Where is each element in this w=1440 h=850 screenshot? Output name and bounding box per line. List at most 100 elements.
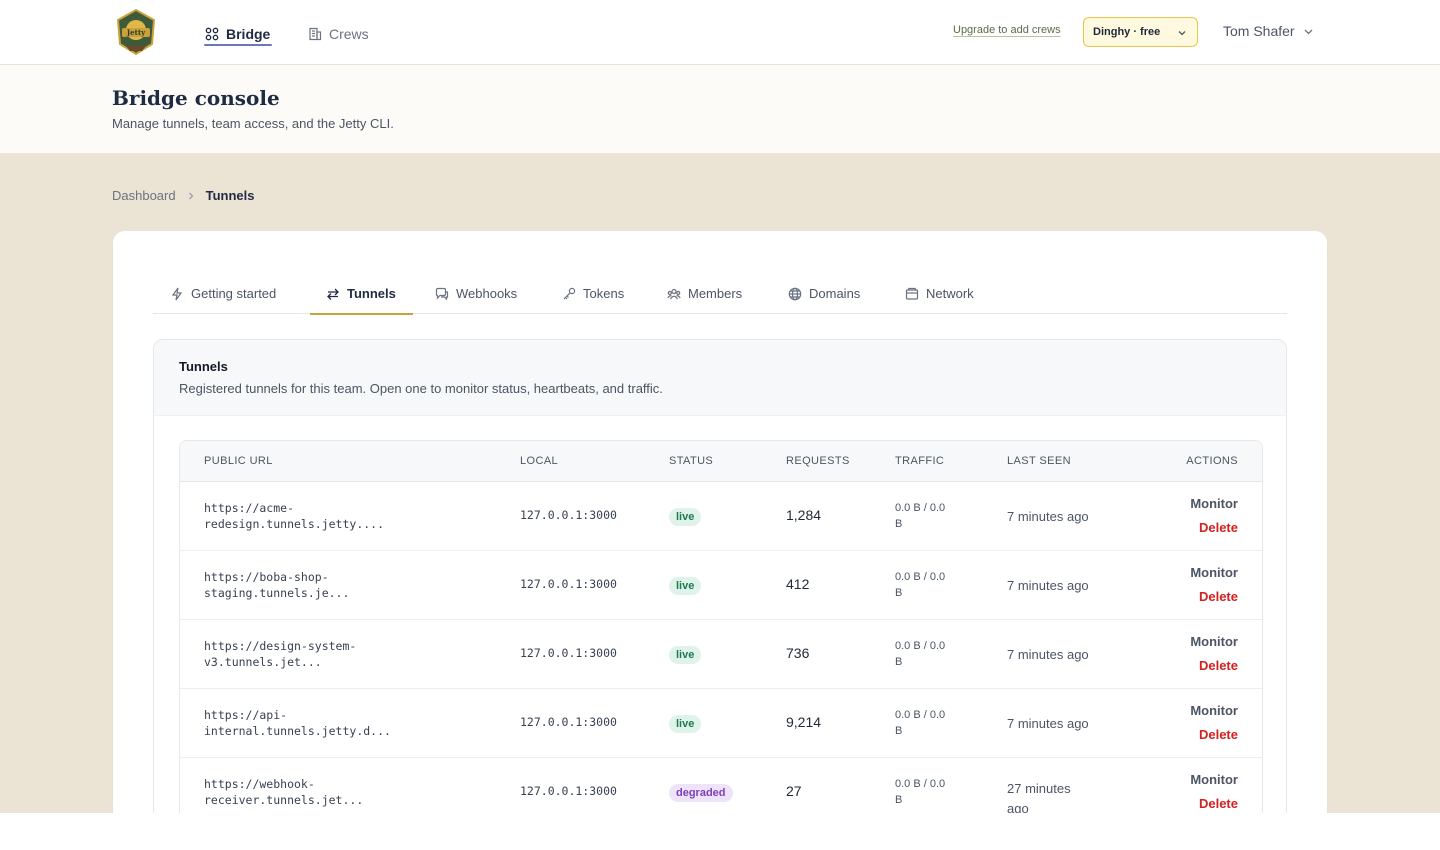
column-header: ACTIONS xyxy=(1186,455,1238,467)
url-line: https://design-system- xyxy=(204,639,357,653)
table-row[interactable]: https://design-system-v3.tunnels.jet... … xyxy=(180,620,1262,689)
tab-domains[interactable]: Domains xyxy=(788,273,860,314)
monitor-button[interactable]: Monitor xyxy=(1190,772,1238,787)
traffic-line: 0.0 B / 0.0 xyxy=(895,571,946,583)
delete-button[interactable]: Delete xyxy=(1199,658,1238,673)
tab-webhooks[interactable]: Webhooks xyxy=(435,273,517,314)
breadcrumb-tunnels: Tunnels xyxy=(205,188,255,203)
nav-crews[interactable]: Crews xyxy=(308,23,369,45)
traffic-value: 0.0 B / 0.0 B xyxy=(895,638,960,670)
traffic-line: B xyxy=(895,587,903,599)
chat-bubbles-icon xyxy=(435,287,449,300)
url-line: v3.tunnels.jet... xyxy=(204,655,322,669)
monitor-button[interactable]: Monitor xyxy=(1190,496,1238,511)
tab-label: Tokens xyxy=(583,286,625,301)
request-count: 736 xyxy=(786,645,810,661)
tab-network[interactable]: Network xyxy=(905,273,974,314)
tab-label: Webhooks xyxy=(456,286,518,301)
tab-getting-started[interactable]: Getting started xyxy=(170,273,276,314)
url-line: staging.tunnels.je... xyxy=(204,586,350,600)
globe-icon xyxy=(788,287,802,300)
panel-header: Tunnels Registered tunnels for this team… xyxy=(154,340,1286,416)
local-address: 127.0.0.1:3000 xyxy=(520,784,617,798)
status-badge: live xyxy=(669,508,702,526)
local-address: 127.0.0.1:3000 xyxy=(520,646,617,660)
table-row[interactable]: https://webhook-receiver.tunnels.jet... … xyxy=(180,758,1262,813)
table-header: PUBLIC URL LOCAL STATUS REQUESTS TRAFFIC… xyxy=(180,441,1262,482)
monitor-button[interactable]: Monitor xyxy=(1190,703,1238,718)
building-icon xyxy=(309,27,322,41)
traffic-line: B xyxy=(895,725,903,737)
user-name: Tom Shafer xyxy=(1223,23,1295,39)
column-header: PUBLIC URL xyxy=(204,455,273,467)
public-url[interactable]: https://webhook-receiver.tunnels.jet... xyxy=(204,776,424,808)
main-card: Getting started Tunnels Webhooks Tokens … xyxy=(113,231,1327,813)
inbox-icon xyxy=(905,287,919,300)
bolt-icon xyxy=(171,287,183,300)
status-badge: live xyxy=(669,715,702,733)
nav-bridge[interactable]: Bridge xyxy=(203,23,273,46)
delete-button[interactable]: Delete xyxy=(1199,727,1238,742)
url-line: redesign.tunnels.jetty.... xyxy=(204,517,385,531)
users-icon xyxy=(667,288,681,299)
last-seen: 7 minutes ago xyxy=(1007,716,1089,731)
traffic-line: 0.0 B / 0.0 xyxy=(895,640,946,652)
tab-tunnels[interactable]: Tunnels xyxy=(310,273,413,315)
column-header: TRAFFIC xyxy=(895,455,945,467)
user-menu[interactable]: Tom Shafer xyxy=(1223,23,1314,39)
url-line: https://boba-shop- xyxy=(204,570,329,584)
public-url[interactable]: https://design-system-v3.tunnels.jet... xyxy=(204,638,424,670)
page-title: Bridge console xyxy=(112,86,280,110)
column-header: LAST SEEN xyxy=(1007,455,1071,467)
traffic-value: 0.0 B / 0.0 B xyxy=(895,776,960,808)
tab-tokens[interactable]: Tokens xyxy=(562,273,624,314)
traffic-line: B xyxy=(895,518,903,530)
column-header: REQUESTS xyxy=(786,455,850,467)
local-address: 127.0.0.1:3000 xyxy=(520,715,617,729)
plan-label: Dinghy · free xyxy=(1093,26,1161,38)
traffic-line: 0.0 B / 0.0 xyxy=(895,778,946,790)
breadcrumb-dashboard[interactable]: Dashboard xyxy=(112,188,176,203)
tab-label: Getting started xyxy=(191,286,277,301)
chevron-down-icon xyxy=(1178,31,1186,36)
delete-button[interactable]: Delete xyxy=(1199,796,1238,811)
tunnels-table: PUBLIC URL LOCAL STATUS REQUESTS TRAFFIC… xyxy=(179,440,1263,813)
url-line: receiver.tunnels.jet... xyxy=(204,793,364,807)
table-row[interactable]: https://api-internal.tunnels.jetty.d... … xyxy=(180,689,1262,758)
tab-label: Members xyxy=(688,286,743,301)
monitor-button[interactable]: Monitor xyxy=(1190,634,1238,649)
arrows-swap-icon xyxy=(327,288,339,300)
request-count: 1,284 xyxy=(786,507,822,523)
chevron-down-icon xyxy=(1304,29,1313,34)
url-line: https://api- xyxy=(204,708,288,722)
public-url[interactable]: https://acme-redesign.tunnels.jetty.... xyxy=(204,500,424,532)
traffic-value: 0.0 B / 0.0 B xyxy=(895,500,960,532)
column-header: LOCAL xyxy=(520,455,559,467)
url-line: internal.tunnels.jetty.d... xyxy=(204,724,391,738)
plan-selector[interactable]: Dinghy · free xyxy=(1083,17,1198,47)
traffic-line: B xyxy=(895,794,903,806)
table-row[interactable]: https://acme-redesign.tunnels.jetty.... … xyxy=(180,482,1262,551)
url-line: https://webhook- xyxy=(204,777,315,791)
jetty-logo[interactable]: Jetty xyxy=(114,6,158,56)
upgrade-link[interactable]: Upgrade to add crews xyxy=(953,24,1061,36)
public-url[interactable]: https://api-internal.tunnels.jetty.d... xyxy=(204,707,424,739)
local-address: 127.0.0.1:3000 xyxy=(520,508,617,522)
panel-title: Tunnels xyxy=(179,359,228,374)
last-seen: 7 minutes ago xyxy=(1007,509,1089,524)
delete-button[interactable]: Delete xyxy=(1199,520,1238,535)
last-seen: 27 minutes ago xyxy=(1007,781,1071,813)
traffic-value: 0.0 B / 0.0 B xyxy=(895,569,960,601)
traffic-value: 0.0 B / 0.0 B xyxy=(895,707,960,739)
request-count: 9,214 xyxy=(786,714,822,730)
public-url[interactable]: https://boba-shop-staging.tunnels.je... xyxy=(204,569,424,601)
svg-text:Jetty: Jetty xyxy=(126,28,146,37)
status-badge: live xyxy=(669,646,702,664)
monitor-button[interactable]: Monitor xyxy=(1190,565,1238,580)
table-row[interactable]: https://boba-shop-staging.tunnels.je... … xyxy=(180,551,1262,620)
tab-members[interactable]: Members xyxy=(667,273,742,314)
request-count: 412 xyxy=(786,576,810,592)
top-navbar: Jetty Bridge Crews Upgrade to add crews … xyxy=(0,0,1440,65)
tunnels-panel: Tunnels Registered tunnels for this team… xyxy=(153,339,1287,813)
delete-button[interactable]: Delete xyxy=(1199,589,1238,604)
